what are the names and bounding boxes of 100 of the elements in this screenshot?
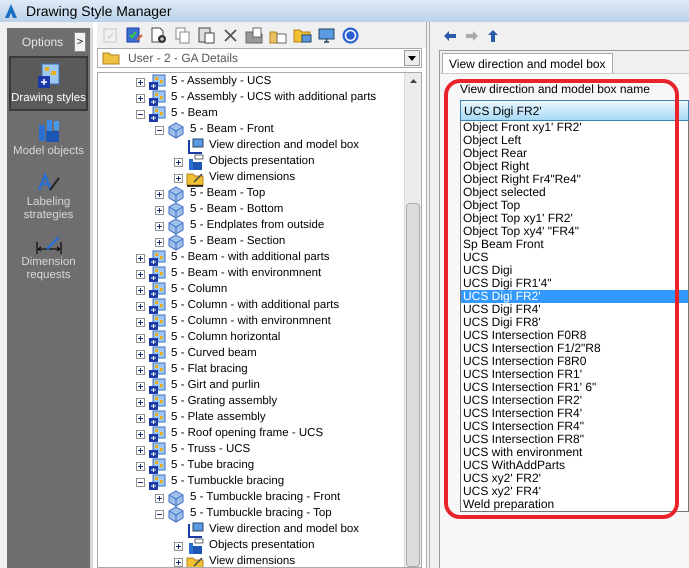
expand-toggle[interactable] <box>136 286 145 294</box>
expand-toggle[interactable] <box>155 190 164 198</box>
tree-item[interactable]: 5 - Truss - UCS <box>169 441 250 459</box>
dropdown-option[interactable]: Object Right <box>461 160 688 173</box>
dropdown-option[interactable]: Object Top xy4' "FR4" <box>461 225 688 238</box>
expand-toggle[interactable] <box>136 254 145 262</box>
tree-item[interactable]: View dimensions <box>207 169 296 187</box>
tree-item[interactable]: 5 - Tumbuckle bracing - Front <box>188 489 340 507</box>
name-combo[interactable]: UCS Digi FR2' <box>460 100 689 121</box>
expand-toggle[interactable] <box>136 446 145 454</box>
dropdown-option[interactable]: Object Rear <box>461 147 688 160</box>
dropdown-option[interactable]: UCS Intersection F0R8 <box>461 329 688 342</box>
tree-item[interactable]: 5 - Beam - Front <box>188 121 274 139</box>
tree-item[interactable]: 5 - Beam - Top <box>188 185 266 203</box>
expand-toggle[interactable] <box>136 414 145 422</box>
expand-toggle[interactable] <box>136 462 145 470</box>
expand-toggle[interactable] <box>155 206 164 214</box>
sidebar-item[interactable]: Drawing styles <box>9 56 88 111</box>
dropdown-option[interactable]: Sp Beam Front <box>461 238 688 251</box>
expand-toggle[interactable] <box>155 238 164 246</box>
expand-toggle[interactable] <box>136 270 145 278</box>
expand-toggle[interactable] <box>136 318 145 326</box>
dropdown-option[interactable]: UCS Intersection FR8" <box>461 433 688 446</box>
tree-item[interactable]: 5 - Beam - Section <box>188 233 286 251</box>
tree-item[interactable]: View direction and model box <box>207 137 360 155</box>
expand-toggle[interactable] <box>136 350 145 358</box>
sidebar-item[interactable]: Model objects <box>9 111 88 164</box>
dropdown-option[interactable]: UCS <box>461 251 688 264</box>
collapse-toggle[interactable] <box>155 510 164 518</box>
tree-item[interactable]: 5 - Column horizontal <box>169 329 280 347</box>
dropdown-option[interactable]: UCS Intersection FR1' <box>461 368 688 381</box>
tree-item[interactable]: 5 - Column <box>169 281 228 299</box>
tree-item[interactable]: 5 - Tube bracing <box>169 457 254 475</box>
dropdown-option[interactable]: UCS with environment <box>461 446 688 459</box>
collapse-toggle[interactable] <box>136 110 145 118</box>
expand-toggle[interactable] <box>136 430 145 438</box>
dropdown-option[interactable]: UCS Digi FR1'4" <box>461 277 688 290</box>
dropdown-option[interactable]: Object Front xy1' FR2' <box>461 121 688 134</box>
dropdown-option[interactable]: Object selected <box>461 186 688 199</box>
collapse-toggle[interactable] <box>136 478 145 486</box>
dropdown-option[interactable]: UCS Intersection F8R0 <box>461 355 688 368</box>
dropdown-option[interactable]: UCS Digi FR8' <box>461 316 688 329</box>
dropdown-option[interactable]: UCS Digi <box>461 264 688 277</box>
expand-toggle[interactable] <box>136 398 145 406</box>
dropdown-option[interactable]: Object Right Fr4"Re4" <box>461 173 688 186</box>
tree-item[interactable]: 5 - Curved beam <box>169 345 257 363</box>
tree-item[interactable]: 5 - Tumbuckle bracing <box>169 473 284 491</box>
tree-item[interactable]: 5 - Beam - with additional parts <box>169 249 330 267</box>
scroll-thumb[interactable] <box>406 203 420 567</box>
expand-toggle[interactable] <box>174 542 183 550</box>
expand-toggle[interactable] <box>155 222 164 230</box>
expand-toggle[interactable] <box>155 494 164 502</box>
sidebar-item[interactable]: Dimension requests <box>9 228 88 288</box>
dropdown-option[interactable]: UCS Intersection FR2' <box>461 394 688 407</box>
dropdown-option[interactable]: Weld preparation <box>461 498 688 511</box>
expand-toggle[interactable] <box>136 78 145 86</box>
expand-toggle[interactable] <box>174 558 183 566</box>
tree-item[interactable]: View direction and model box <box>207 521 360 539</box>
dropdown-option[interactable]: UCS Intersection FR1' 6" <box>461 381 688 394</box>
dropdown-option[interactable]: UCS WithAddParts <box>461 459 688 472</box>
tree-item[interactable]: 5 - Assembly - UCS with additional parts <box>169 89 376 107</box>
tree-item[interactable]: 5 - Assembly - UCS <box>169 73 272 91</box>
dropdown-option[interactable]: UCS Intersection FR4" <box>461 420 688 433</box>
tree-item[interactable]: 5 - Beam - with environmnent <box>169 265 322 283</box>
scrollbar[interactable] <box>404 73 421 567</box>
up-arrow-icon[interactable] <box>487 29 499 43</box>
tree-item[interactable]: Objects presentation <box>207 537 314 555</box>
expand-toggle[interactable] <box>136 302 145 310</box>
tree-item[interactable]: 5 - Beam <box>169 105 218 123</box>
tree-item[interactable]: Objects presentation <box>207 153 314 171</box>
tree-item[interactable]: 5 - Roof opening frame - UCS <box>169 425 324 443</box>
tree-item[interactable]: 5 - Flat bracing <box>169 361 248 379</box>
dropdown-option[interactable]: UCS Intersection F1/2"R8 <box>461 342 688 355</box>
expand-toggle[interactable] <box>136 94 145 102</box>
tree-item[interactable]: 5 - Grating assembly <box>169 393 278 411</box>
dropdown-option[interactable]: UCS Intersection FR4' <box>461 407 688 420</box>
tree-item[interactable]: 5 - Girt and purlin <box>169 377 260 395</box>
tree-item[interactable]: 5 - Endplates from outside <box>188 217 324 235</box>
expand-toggle[interactable] <box>136 334 145 342</box>
dropdown-option[interactable]: Object Top xy1' FR2' <box>461 212 688 225</box>
tree-item[interactable]: 5 - Column - with environmnent <box>169 313 331 331</box>
sidebar-item[interactable]: Labeling strategies <box>9 164 88 228</box>
tree-item[interactable]: 5 - Column - with additional parts <box>169 297 340 315</box>
dropdown-option[interactable]: UCS xy2' FR4' <box>461 485 688 498</box>
dropdown-option[interactable]: Object Top <box>461 199 688 212</box>
collapse-toggle[interactable] <box>155 126 164 134</box>
tree-item[interactable]: 5 - Beam - Bottom <box>188 201 284 219</box>
folder-combo[interactable]: User - 2 - GA Details <box>97 48 422 68</box>
tree-item[interactable]: View dimensions <box>207 553 296 567</box>
expand-toggle[interactable] <box>174 174 183 182</box>
tab[interactable]: View direction and model box <box>442 53 613 73</box>
dropdown-option[interactable]: Object Left <box>461 134 688 147</box>
tree-item[interactable]: 5 - Plate assembly <box>169 409 266 427</box>
back-arrow-icon[interactable] <box>443 30 457 42</box>
tree-item[interactable]: 5 - Tumbuckle bracing - Top <box>188 505 332 523</box>
expand-toggle[interactable] <box>136 366 145 374</box>
dropdown-option[interactable]: UCS xy2' FR2' <box>461 472 688 485</box>
expand-toggle[interactable] <box>136 382 145 390</box>
expand-button[interactable]: > <box>74 32 86 52</box>
expand-toggle[interactable] <box>174 158 183 166</box>
